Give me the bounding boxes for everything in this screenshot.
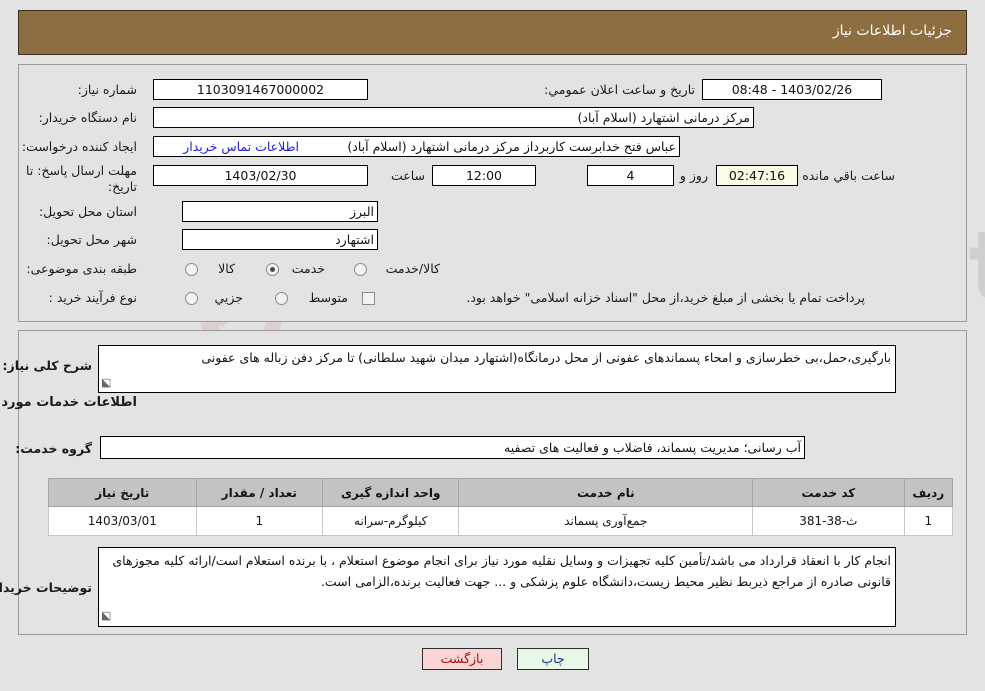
category-radio-kala-khedmat[interactable] — [354, 263, 367, 276]
col-unit: واحد اندازه گیری — [322, 478, 460, 507]
buyer-contact-link[interactable]: اطلاعات تماس خریدار — [183, 139, 299, 154]
table-header-row: ردیف کد خدمت نام خدمت واحد اندازه گیری ت… — [48, 478, 954, 507]
category-label-khedmat: خدمت — [291, 261, 325, 276]
process-label-motavaset: متوسط — [308, 290, 348, 305]
cell-unit: کیلوگرم-سرانه — [322, 506, 460, 536]
buyer-notes-label: توضیحات خریدار: — [0, 580, 92, 595]
buyer-notes-text: انجام کار با انعقاد قرارداد می باشد/تأمی… — [112, 553, 891, 589]
category-radio-kala[interactable] — [185, 263, 198, 276]
print-button[interactable]: چاپ — [517, 648, 589, 670]
cell-quantity: 1 — [195, 506, 324, 536]
buyer-org-field[interactable]: مرکز درمانی اشتهارد (اسلام آباد) — [153, 107, 754, 128]
table-row[interactable]: 1 ث-38-381 جمع‌آوری پسماند کیلوگرم-سرانه… — [48, 506, 954, 536]
delivery-city-field[interactable]: اشتهارد — [182, 229, 378, 250]
col-service-name: نام خدمت — [458, 478, 754, 507]
countdown-field: 02:47:16 — [716, 165, 798, 186]
countdown-suffix-label: ساعت باقي مانده — [802, 168, 895, 183]
col-row-no: ردیف — [903, 478, 954, 507]
process-label-jozi: جزیي — [214, 290, 243, 305]
general-description-label: شرح کلی نیاز: — [2, 358, 92, 373]
days-unit-label: روز و — [679, 168, 708, 183]
buyer-org-label: نام دستگاه خریدار: — [38, 110, 137, 125]
announce-datetime-label: تاریخ و ساعت اعلان عمومي: — [544, 82, 695, 97]
resize-grip-icon[interactable]: ◪ — [101, 373, 111, 392]
response-deadline-label: مهلت ارسال پاسخ: تا تاریخ: — [26, 163, 137, 194]
subject-category-label: طبقه بندی موضوعی: — [26, 261, 137, 276]
col-need-date: تاریخ نیاز — [48, 478, 197, 507]
services-info-heading: اطلاعات خدمات مورد نیاز — [0, 395, 137, 410]
page-root: AriaTender.net جزئیات اطلاعات نیاز شماره… — [0, 0, 985, 691]
delivery-province-field[interactable]: البرز — [182, 201, 378, 222]
cell-service-code: ث-38-381 — [752, 506, 905, 536]
remaining-days-field[interactable]: 4 — [587, 165, 674, 186]
page-title: جزئیات اطلاعات نیاز — [832, 23, 952, 39]
request-creator-label: ایجاد کننده درخواست: — [21, 139, 137, 154]
announce-datetime-field[interactable]: 1403/02/26 - 08:48 — [702, 79, 882, 100]
category-label-kala: کالا — [218, 261, 235, 276]
treasury-docs-checkbox[interactable] — [362, 292, 375, 305]
general-description-textarea[interactable]: بارگیری،حمل،بی خطرسازی و امحاء پسماندهای… — [98, 345, 896, 393]
purchase-process-label: نوع فرآیند خرید : — [48, 290, 137, 305]
cell-service-name: جمع‌آوری پسماند — [458, 506, 754, 536]
process-radio-jozi[interactable] — [185, 292, 198, 305]
service-group-label: گروه خدمت: — [15, 441, 92, 456]
category-label-kala-khedmat: کالا/خدمت — [385, 261, 440, 276]
buyer-notes-textarea[interactable]: انجام کار با انعقاد قرارداد می باشد/تأمی… — [98, 547, 896, 627]
back-button[interactable]: بازگشت — [422, 648, 502, 670]
deadline-date-field[interactable]: 1403/02/30 — [153, 165, 368, 186]
hour-label: ساعت — [390, 168, 425, 183]
cell-row-no: 1 — [903, 506, 954, 536]
process-radio-motavaset[interactable] — [275, 292, 288, 305]
page-header-bar: جزئیات اطلاعات نیاز — [18, 10, 967, 55]
col-service-code: کد خدمت — [752, 478, 905, 507]
services-table: ردیف کد خدمت نام خدمت واحد اندازه گیری ت… — [48, 478, 954, 536]
cell-need-date: 1403/03/01 — [48, 506, 197, 536]
need-number-field[interactable]: 1103091467000002 — [153, 79, 368, 100]
service-group-field[interactable]: آب رسانی؛ مدیریت پسماند، فاضلاب و فعالیت… — [100, 436, 805, 459]
deadline-time-field[interactable]: 12:00 — [432, 165, 536, 186]
col-quantity: تعداد / مقدار — [195, 478, 324, 507]
delivery-province-label: استان محل تحویل: — [38, 204, 137, 219]
category-radio-khedmat[interactable] — [266, 263, 279, 276]
need-number-label: شماره نیاز: — [77, 82, 137, 97]
delivery-city-label: شهر محل تحویل: — [46, 232, 137, 247]
need-info-panel — [18, 64, 967, 322]
treasury-docs-label: پرداخت تمام یا بخشی از مبلغ خرید،از محل … — [466, 290, 865, 305]
resize-grip-icon-notes[interactable]: ◪ — [101, 605, 111, 626]
general-description-text: بارگیری،حمل،بی خطرسازی و امحاء پسماندهای… — [201, 350, 891, 365]
